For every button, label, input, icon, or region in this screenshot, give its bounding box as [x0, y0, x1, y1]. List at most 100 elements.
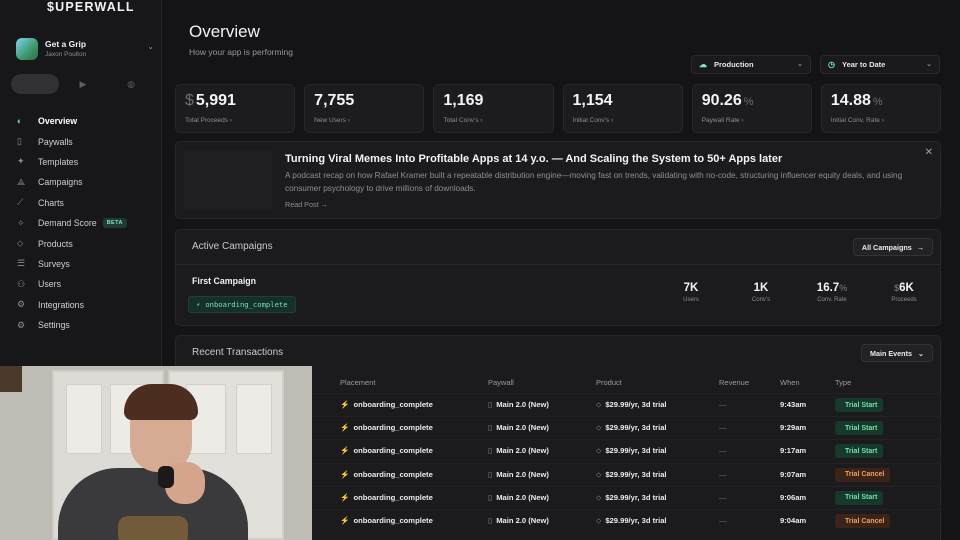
stat-label[interactable]: Initial Conv. Rate ›: [831, 117, 884, 124]
stat-card[interactable]: 90.26% Paywall Rate ›: [691, 84, 812, 133]
stat-label[interactable]: Initial Conv's ›: [573, 117, 614, 124]
integrations-icon: ⚙: [17, 299, 26, 310]
campaign-stat: $6K Proceeds: [874, 282, 934, 303]
environment-select[interactable]: ☁ Production ⌄: [691, 55, 811, 74]
placement-text: onboarding_complete: [353, 446, 433, 456]
tag-icon: ⬦: [596, 400, 602, 409]
stat-label[interactable]: Total Conv's ›: [443, 117, 482, 124]
phone-icon: ▯: [488, 516, 493, 525]
revenue-cell: —: [719, 446, 727, 456]
table-row[interactable]: ⚡ onboarding_complete ▯ Main 2.0 (New) ⬦ $29.…: [313, 393, 941, 416]
sidebar-item-label: Demand Score: [38, 218, 97, 229]
stat-card[interactable]: $5,991 Total Proceeds ›: [175, 84, 296, 133]
sparkle-icon: ✧: [17, 217, 25, 228]
stat-label[interactable]: New Users ›: [314, 117, 350, 124]
app-root: $UPERWALL Get a Grip Jaxon Poulton ⌄ ▶ ◍ …: [0, 0, 960, 540]
paywall-cell[interactable]: ▯ Main 2.0 (New): [488, 516, 549, 525]
door-panel: [236, 384, 272, 454]
sidebar-item-demand-score[interactable]: ✧ Demand Score BETA: [14, 213, 160, 233]
column-header-placement[interactable]: Placement: [340, 378, 375, 387]
all-campaigns-button[interactable]: All Campaigns →: [852, 238, 933, 256]
stat-number: 90.26: [701, 92, 742, 109]
product-cell: ⬦ $29.99/yr, 3d trial: [596, 446, 667, 456]
sidebar-item-integrations[interactable]: ⚙ Integrations: [14, 295, 160, 315]
close-icon[interactable]: ✕: [925, 147, 933, 158]
placement-tag: ⚡ onboarding_complete: [188, 296, 296, 313]
placement-name: onboarding_complete: [205, 300, 288, 309]
stat-card[interactable]: 7,755 New Users ›: [304, 84, 425, 133]
platform-tab[interactable]: ▶: [59, 74, 107, 94]
product-text: $29.99/yr, 3d trial: [605, 516, 667, 525]
campaign-stat-number: 1K: [753, 282, 769, 294]
product-cell: ⬦ $29.99/yr, 3d trial: [596, 493, 667, 503]
stat-prefix: $: [185, 92, 194, 109]
campaigns-icon: ⟁: [17, 176, 26, 187]
sidebar-item-paywalls[interactable]: ▯ Paywalls: [14, 131, 160, 151]
campaign-name[interactable]: First Campaign: [192, 276, 256, 286]
table-row[interactable]: ⚡ onboarding_complete ▯ Main 2.0 (New) ⬦ $29.…: [313, 462, 941, 486]
sidebar-item-overview[interactable]: ◐ Overview: [14, 111, 160, 131]
chevron-down-icon: ⌄: [147, 42, 154, 51]
sidebar-item-products[interactable]: ⬦ Products: [14, 233, 160, 253]
users-icon: ⚇: [17, 278, 26, 289]
cloud-icon: ☁: [699, 60, 707, 69]
tag-icon: ⬦: [596, 423, 602, 433]
chevron-down-icon: ⌄: [797, 61, 803, 68]
stat-label[interactable]: Paywall Rate ›: [702, 117, 744, 124]
stat-card[interactable]: 14.88% Initial Conv. Rate ›: [820, 84, 942, 133]
paywall-text: Main 2.0 (New): [496, 446, 549, 456]
column-header-product[interactable]: Product: [596, 378, 622, 387]
product-text: $29.99/yr, 3d trial: [605, 423, 667, 433]
sidebar-item-label: Campaigns: [38, 177, 83, 188]
sidebar-item-settings[interactable]: ⚙ Settings: [14, 315, 160, 335]
sidebar-item-users[interactable]: ⚇ Users: [14, 274, 160, 294]
paywall-text: Main 2.0 (New): [496, 516, 549, 525]
column-header-revenue[interactable]: Revenue: [719, 378, 749, 387]
table-row[interactable]: ⚡ onboarding_complete ▯ Main 2.0 (New) ⬦ $29.…: [313, 509, 941, 532]
stat-label[interactable]: Total Proceeds ›: [185, 117, 232, 124]
sidebar-item-surveys[interactable]: ☰ Surveys: [14, 254, 160, 274]
paywall-cell[interactable]: ▯ Main 2.0 (New): [488, 423, 549, 432]
phone-icon: ▯: [488, 400, 493, 409]
sidebar-item-charts[interactable]: ⟋ Charts: [14, 193, 160, 213]
column-header-type[interactable]: Type: [835, 378, 851, 387]
paywall-cell[interactable]: ▯ Main 2.0 (New): [488, 400, 549, 409]
paywall-cell[interactable]: ▯ Main 2.0 (New): [488, 470, 549, 479]
sidebar-item-templates[interactable]: ✦ Templates: [14, 152, 160, 172]
paywall-cell[interactable]: ▯ Main 2.0 (New): [488, 446, 549, 455]
bolt-icon: ⚡: [340, 516, 350, 525]
when-cell: 9:07am: [780, 469, 807, 479]
type-badge: Trial Cancel: [835, 467, 891, 482]
stat-value: 1,169: [443, 92, 483, 110]
table-row[interactable]: ⚡ onboarding_complete ▯ Main 2.0 (New) ⬦ $29.…: [313, 439, 941, 462]
platform-tab[interactable]: ◍: [107, 74, 155, 94]
app-switcher[interactable]: Get a Grip Jaxon Poulton ⌄: [14, 34, 156, 64]
stat-number: 5,991: [195, 92, 236, 109]
sidebar-item-campaigns[interactable]: ⟁ Campaigns: [14, 172, 160, 192]
type-text: Trial Cancel: [845, 471, 885, 479]
campaign-stat-value: 1K: [731, 282, 791, 294]
transactions-title: Recent Transactions: [192, 347, 284, 358]
environment-value: Production: [714, 60, 754, 69]
column-header-paywall[interactable]: Paywall: [488, 378, 514, 387]
sidebar-item-label: Settings: [38, 320, 70, 331]
stat-card[interactable]: 1,154 Initial Conv's ›: [562, 84, 683, 133]
blog-title[interactable]: Turning Viral Memes Into Profitable Apps…: [285, 153, 782, 165]
events-filter-select[interactable]: Main Events ⌄: [861, 344, 933, 362]
date-range-select[interactable]: ◷ Year to Date ⌄: [820, 55, 940, 74]
placement-cell: ⚡ onboarding_complete: [340, 423, 433, 432]
app-owner: Jaxon Poulton: [45, 51, 87, 58]
read-post-link[interactable]: Read Post →: [285, 200, 328, 209]
table-row[interactable]: ⚡ onboarding_complete ▯ Main 2.0 (New) ⬦ $29.…: [313, 416, 941, 439]
sidebar-item-label: Overview: [38, 116, 78, 127]
tag-icon: ⬦: [596, 492, 602, 502]
microphone: [158, 466, 174, 488]
platform-tab[interactable]: [11, 74, 59, 94]
placement-cell: ⚡ onboarding_complete: [340, 446, 433, 455]
paywall-text: Main 2.0 (New): [496, 423, 549, 433]
column-header-when[interactable]: When: [780, 378, 800, 387]
paywall-cell[interactable]: ▯ Main 2.0 (New): [488, 493, 549, 502]
stat-card[interactable]: 1,169 Total Conv's ›: [433, 84, 554, 133]
tag-icon: ⬦: [17, 238, 24, 249]
table-row[interactable]: ⚡ onboarding_complete ▯ Main 2.0 (New) ⬦ $29.…: [313, 485, 941, 509]
